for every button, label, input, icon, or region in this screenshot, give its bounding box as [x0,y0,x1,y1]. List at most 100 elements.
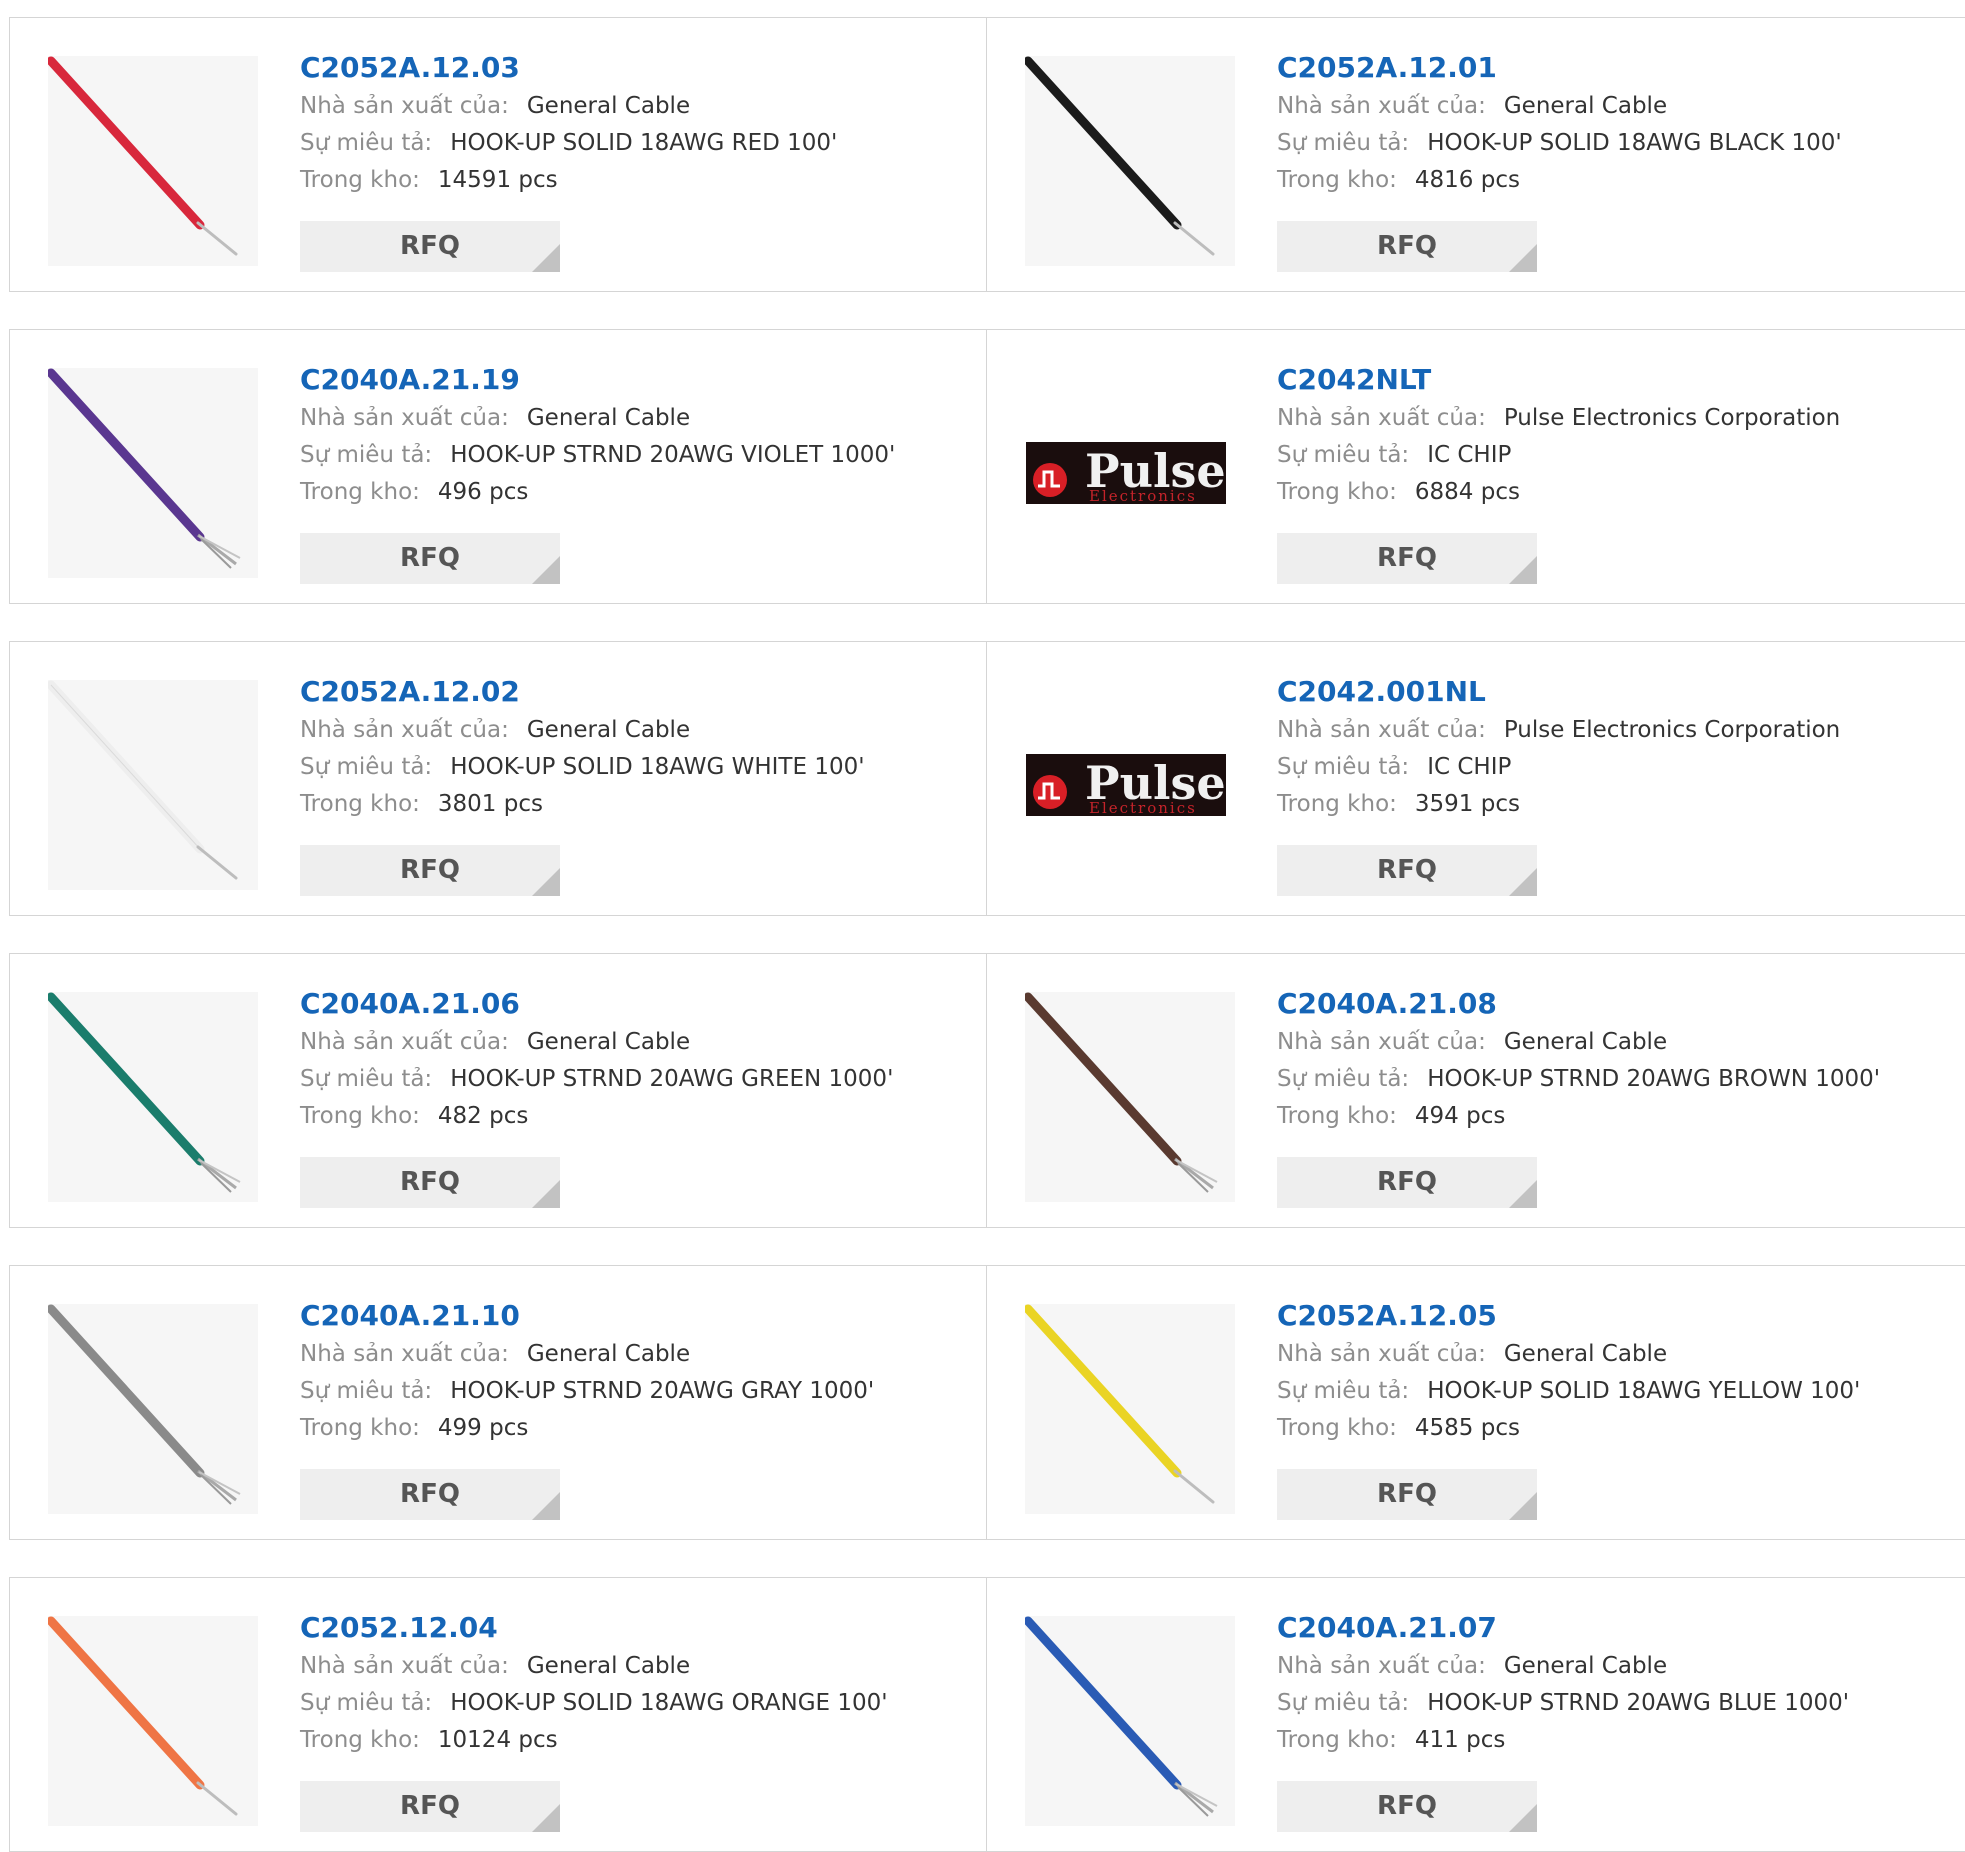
part-number-link[interactable]: C2052A.12.03 [300,48,976,88]
stock-value: 499 pcs [437,1415,529,1441]
product-info: C2052A.12.01 Nhà sản xuất của: General Ca… [1277,48,1955,199]
rfq-button[interactable]: RFQ [1277,1469,1537,1520]
part-number-link[interactable]: C2052.12.04 [300,1608,976,1648]
rfq-button[interactable]: RFQ [300,1781,560,1832]
wire-icon [48,368,258,578]
rfq-button[interactable]: RFQ [300,1469,560,1520]
manufacturer-value: General Cable [526,1653,691,1679]
product-image[interactable]: Pulse Electronics [1025,368,1235,578]
stock-row: Trong kho: 6884 pcs [1277,474,1955,511]
stock-label: Trong kho: [300,1415,420,1441]
part-number-link[interactable]: C2042NLT [1277,360,1955,400]
corner-triangle-icon [1509,556,1537,584]
description-row: Sự miêu tả: HOOK-UP STRND 20AWG BROWN 100… [1277,1061,1955,1098]
part-number-link[interactable]: C2040A.21.07 [1277,1608,1955,1648]
product-card: C2052A.12.03 Nhà sản xuất của: General Ca… [9,17,987,292]
rfq-button[interactable]: RFQ [300,845,560,896]
part-number-link[interactable]: C2040A.21.10 [300,1296,976,1336]
pulse-logo-icon: PulseElectronics [1025,680,1235,890]
rfq-button[interactable]: RFQ [300,221,560,272]
product-image[interactable] [48,56,258,266]
description-label: Sự miêu tả: [1277,754,1410,780]
manufacturer-label: Nhà sản xuất của: [300,1341,509,1367]
description-label: Sự miêu tả: [1277,1066,1410,1092]
rfq-button-label: RFQ [1377,1167,1437,1197]
description-label: Sự miêu tả: [300,1690,433,1716]
rfq-button-label: RFQ [1377,1479,1437,1509]
manufacturer-label: Nhà sản xuất của: [1277,717,1486,743]
wire-icon [48,680,258,890]
rfq-button[interactable]: RFQ [1277,1781,1537,1832]
product-image[interactable] [1025,1616,1235,1826]
corner-triangle-icon [1509,1804,1537,1832]
rfq-button[interactable]: RFQ [1277,221,1537,272]
manufacturer-row: Nhà sản xuất của: Pulse Electronics Corpo… [1277,712,1955,749]
rfq-button-label: RFQ [400,1791,460,1821]
stock-label: Trong kho: [1277,1103,1397,1129]
rfq-button[interactable]: RFQ [300,1157,560,1208]
description-label: Sự miêu tả: [300,1066,433,1092]
part-number-link[interactable]: C2052A.12.05 [1277,1296,1955,1336]
part-number-link[interactable]: C2040A.21.19 [300,360,976,400]
product-image[interactable] [48,1304,258,1514]
description-value: HOOK-UP STRND 20AWG BROWN 1000' [1427,1066,1881,1092]
part-number-link[interactable]: C2040A.21.06 [300,984,976,1024]
product-image[interactable] [48,680,258,890]
part-number-link[interactable]: C2040A.21.08 [1277,984,1955,1024]
rfq-button-label: RFQ [400,1167,460,1197]
manufacturer-value: General Cable [526,717,691,743]
product-card: C2040A.21.19 Nhà sản xuất của: General Ca… [9,329,987,604]
manufacturer-value: General Cable [1503,93,1668,119]
rfq-button-label: RFQ [1377,543,1437,573]
product-image[interactable] [48,992,258,1202]
stock-value: 482 pcs [437,1103,529,1129]
description-label: Sự miêu tả: [1277,1378,1410,1404]
product-info: C2052A.12.03 Nhà sản xuất của: General Ca… [300,48,976,199]
product-image[interactable] [1025,1304,1235,1514]
corner-triangle-icon [532,1804,560,1832]
stock-value: 10124 pcs [437,1727,558,1753]
manufacturer-value: Pulse Electronics Corporation [1503,717,1841,743]
description-value: HOOK-UP STRND 20AWG GREEN 1000' [450,1066,894,1092]
part-number-link[interactable]: C2052A.12.02 [300,672,976,712]
manufacturer-label: Nhà sản xuất của: [300,1029,509,1055]
product-image[interactable] [48,1616,258,1826]
manufacturer-label: Nhà sản xuất của: [1277,1653,1486,1679]
corner-triangle-icon [532,868,560,896]
manufacturer-label: Nhà sản xuất của: [300,1653,509,1679]
rfq-button[interactable]: RFQ [300,533,560,584]
description-row: Sự miêu tả: IC CHIP [1277,437,1955,474]
rfq-button[interactable]: RFQ [1277,533,1537,584]
product-image[interactable] [1025,992,1235,1202]
description-value: HOOK-UP SOLID 18AWG YELLOW 100' [1427,1378,1861,1404]
corner-triangle-icon [1509,1180,1537,1208]
description-value: HOOK-UP STRND 20AWG GRAY 1000' [450,1378,875,1404]
description-row: Sự miêu tả: HOOK-UP SOLID 18AWG WHITE 100… [300,749,976,786]
rfq-button-label: RFQ [1377,1791,1437,1821]
stock-value: 411 pcs [1414,1727,1506,1753]
part-number-link[interactable]: C2052A.12.01 [1277,48,1955,88]
description-value: HOOK-UP STRND 20AWG VIOLET 1000' [450,442,896,468]
description-row: Sự miêu tả: HOOK-UP SOLID 18AWG YELLOW 10… [1277,1373,1955,1410]
manufacturer-row: Nhà sản xuất của: General Cable [1277,1648,1955,1685]
wire-icon [48,1304,258,1514]
product-card: Pulse Electronics C2042.001NL Nhà sản xuấ… [986,641,1965,916]
wire-icon [1025,992,1235,1202]
product-info: C2040A.21.07 Nhà sản xuất của: General Ca… [1277,1608,1955,1759]
product-card: C2040A.21.10 Nhà sản xuất của: General Ca… [9,1265,987,1540]
stock-label: Trong kho: [1277,1727,1397,1753]
stock-label: Trong kho: [300,1103,420,1129]
description-value: HOOK-UP SOLID 18AWG ORANGE 100' [450,1690,888,1716]
part-number-link[interactable]: C2042.001NL [1277,672,1955,712]
product-image[interactable] [48,368,258,578]
rfq-button[interactable]: RFQ [1277,1157,1537,1208]
stock-row: Trong kho: 4585 pcs [1277,1410,1955,1447]
product-info: C2042.001NL Nhà sản xuất của: Pulse Elect… [1277,672,1955,823]
wire-icon [1025,1616,1235,1826]
description-value: HOOK-UP SOLID 18AWG WHITE 100' [450,754,865,780]
rfq-button[interactable]: RFQ [1277,845,1537,896]
description-label: Sự miêu tả: [1277,442,1410,468]
stock-value: 494 pcs [1414,1103,1506,1129]
product-image[interactable]: Pulse Electronics [1025,680,1235,890]
product-image[interactable] [1025,56,1235,266]
